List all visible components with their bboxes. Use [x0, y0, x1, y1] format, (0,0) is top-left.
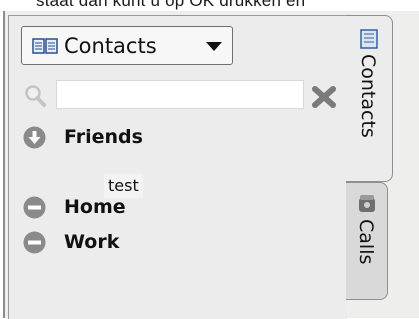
tab-calls[interactable]: Calls	[346, 182, 388, 300]
minus-icon[interactable]	[23, 196, 46, 219]
tab-label: Contacts	[357, 54, 379, 138]
magnifier-icon	[25, 85, 46, 107]
address-book-dropdown[interactable]: Contacts	[21, 26, 233, 65]
group-label: Friends	[64, 126, 143, 148]
tab-contacts[interactable]: Contacts	[346, 15, 393, 182]
address-book-icon	[360, 29, 378, 49]
tab-label: Calls	[355, 219, 377, 265]
expand-arrow-icon[interactable]	[23, 126, 46, 149]
group-label: Work	[64, 231, 120, 253]
address-book-label: Contacts	[64, 34, 157, 58]
address-book-icon	[32, 38, 58, 54]
window-border	[3, 11, 5, 318]
group-label: Home	[64, 196, 126, 218]
minus-icon[interactable]	[23, 231, 46, 254]
contact-item[interactable]: test	[104, 174, 143, 198]
clear-x-icon[interactable]	[310, 85, 338, 109]
chevron-down-icon[interactable]	[206, 42, 222, 51]
search-input[interactable]	[56, 80, 304, 109]
phone-icon	[359, 195, 375, 212]
background-document-text: staat dan kunt u op OK drukken en	[36, 0, 306, 10]
contacts-panel: Contacts Friends test Home Work	[8, 15, 347, 319]
